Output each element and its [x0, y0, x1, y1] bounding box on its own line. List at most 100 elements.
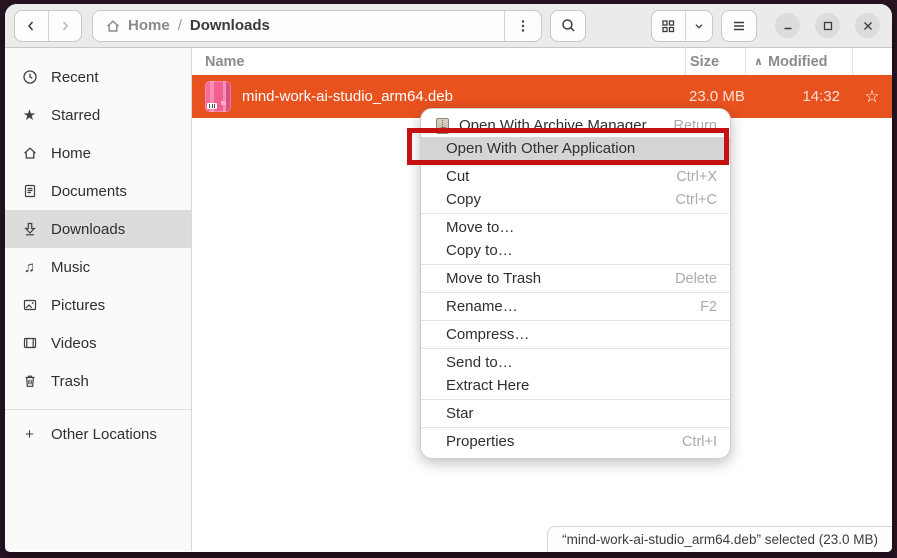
menu-separator — [421, 292, 730, 293]
sidebar-item-videos[interactable]: Videos — [5, 324, 191, 362]
menu-item-label: Move to Trash — [446, 270, 541, 287]
sidebar-item-recent[interactable]: Recent — [5, 58, 191, 96]
menu-item-label: Cut — [446, 168, 469, 185]
hamburger-icon — [731, 18, 747, 34]
menu-item-label: Move to… — [446, 219, 514, 236]
sidebar-item-other-locations[interactable]: + Other Locations — [5, 415, 191, 453]
home-icon — [21, 145, 38, 161]
grid-view-button[interactable] — [652, 11, 685, 41]
back-button[interactable] — [15, 11, 48, 41]
sidebar-item-label: Downloads — [51, 221, 125, 238]
header-bar: Home / Downloads — [5, 4, 892, 48]
sidebar-item-starred[interactable]: ★ Starred — [5, 96, 191, 134]
column-header-row: Name Size ∧ Modified — [192, 48, 892, 75]
file-name: mind-work-ai-studio_arm64.deb — [242, 88, 453, 105]
view-toggle-group — [651, 10, 713, 42]
sidebar-item-home[interactable]: Home — [5, 134, 191, 172]
menu-item-properties[interactable]: Properties Ctrl+I — [421, 430, 730, 453]
deb-package-icon — [205, 81, 231, 112]
sidebar-item-label: Starred — [51, 107, 100, 124]
home-icon — [105, 18, 121, 34]
menu-item-move-to-trash[interactable]: Move to Trash Delete — [421, 267, 730, 290]
view-options-dropdown[interactable] — [686, 11, 712, 41]
sidebar-item-trash[interactable]: Trash — [5, 362, 191, 400]
menu-shortcut: Return — [673, 118, 717, 134]
menu-item-label: Rename… — [446, 298, 518, 315]
sidebar-item-documents[interactable]: Documents — [5, 172, 191, 210]
sidebar-item-label: Other Locations — [51, 426, 157, 443]
menu-item-compress[interactable]: Compress… — [421, 323, 730, 346]
menu-item-label: Star — [446, 405, 474, 422]
column-header-star[interactable] — [852, 48, 892, 75]
back-icon — [23, 18, 39, 34]
path-menu-button[interactable] — [505, 11, 541, 41]
sidebar-item-downloads[interactable]: Downloads — [5, 210, 191, 248]
sidebar-item-label: Pictures — [51, 297, 105, 314]
menu-item-open-with-other-application[interactable]: Open With Other Application — [421, 137, 730, 160]
main-menu-button[interactable] — [721, 10, 757, 42]
star-icon: ★ — [21, 106, 38, 124]
path-bar-group: Home / Downloads — [92, 10, 542, 42]
minimize-icon — [782, 20, 794, 32]
column-header-label: Modified — [768, 54, 828, 70]
menu-shortcut: Ctrl+C — [676, 192, 718, 208]
column-header-modified[interactable]: ∧ Modified — [745, 48, 852, 75]
menu-separator — [421, 264, 730, 265]
path-segment-home[interactable]: Home — [105, 17, 170, 34]
menu-item-label: Open With Archive Manager — [459, 117, 647, 134]
minimize-button[interactable] — [775, 13, 800, 38]
menu-item-move-to[interactable]: Move to… — [421, 216, 730, 239]
menu-item-star[interactable]: Star — [421, 402, 730, 425]
menu-shortcut: Ctrl+I — [682, 434, 717, 450]
sort-indicator-icon: ∧ — [754, 55, 763, 68]
path-home-label: Home — [128, 17, 170, 34]
status-text: “mind-work-ai-studio_arm64.deb” selected… — [562, 532, 878, 547]
menu-item-label: Send to… — [446, 354, 513, 371]
download-icon — [21, 221, 38, 237]
close-button[interactable] — [855, 13, 880, 38]
kebab-icon — [515, 18, 531, 34]
menu-separator — [421, 348, 730, 349]
path-separator: / — [178, 17, 182, 34]
chevron-down-icon — [692, 19, 706, 33]
menu-item-copy[interactable]: Copy Ctrl+C — [421, 188, 730, 211]
document-icon — [21, 183, 38, 199]
maximize-icon — [822, 20, 834, 32]
menu-item-rename[interactable]: Rename… F2 — [421, 295, 730, 318]
search-button[interactable] — [550, 10, 586, 42]
file-modified-time: 14:32 — [745, 88, 852, 105]
menu-separator — [421, 427, 730, 428]
menu-item-send-to[interactable]: Send to… — [421, 351, 730, 374]
search-icon — [560, 17, 577, 34]
menu-separator — [421, 320, 730, 321]
menu-item-copy-to[interactable]: Copy to… — [421, 239, 730, 262]
menu-item-extract-here[interactable]: Extract Here — [421, 374, 730, 397]
sidebar-item-label: Recent — [51, 69, 99, 86]
sidebar-item-label: Trash — [51, 373, 89, 390]
menu-item-open-with-archive-manager[interactable]: Open With Archive Manager Return — [421, 114, 730, 137]
menu-separator — [421, 162, 730, 163]
column-header-name[interactable]: Name — [192, 48, 685, 75]
context-menu: Open With Archive Manager Return Open Wi… — [420, 108, 731, 459]
forward-button[interactable] — [48, 11, 81, 41]
menu-shortcut: Delete — [675, 271, 717, 287]
column-header-size[interactable]: Size — [685, 48, 745, 75]
menu-shortcut: F2 — [700, 299, 717, 315]
plus-icon: + — [21, 426, 38, 443]
maximize-button[interactable] — [815, 13, 840, 38]
picture-icon — [21, 297, 38, 313]
path-segment-current[interactable]: Downloads — [190, 17, 270, 34]
star-toggle-icon[interactable]: ☆ — [852, 87, 892, 107]
menu-item-cut[interactable]: Cut Ctrl+X — [421, 165, 730, 188]
nav-button-group — [14, 10, 82, 42]
sidebar-item-label: Documents — [51, 183, 127, 200]
sidebar-item-label: Music — [51, 259, 90, 276]
path-bar[interactable]: Home / Downloads — [93, 11, 504, 41]
sidebar-item-pictures[interactable]: Pictures — [5, 286, 191, 324]
menu-separator — [421, 213, 730, 214]
film-icon — [21, 335, 38, 351]
sidebar-item-music[interactable]: ♫ Music — [5, 248, 191, 286]
header-right-cluster — [651, 10, 880, 42]
menu-item-label: Properties — [446, 433, 514, 450]
menu-item-label: Compress… — [446, 326, 529, 343]
